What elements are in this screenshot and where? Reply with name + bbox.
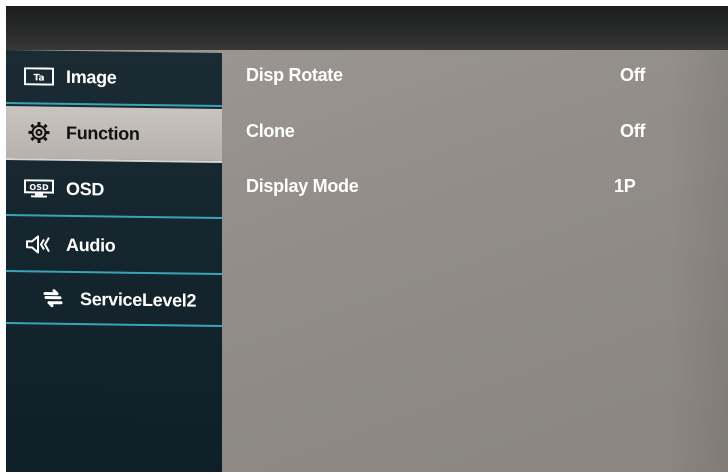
setting-row-clone[interactable]: Clone Off [246,121,706,147]
menu-item-osd[interactable]: OSD OSD [6,162,222,220]
menu-item-image[interactable]: Ta Image [6,50,222,108]
service-icon [36,288,70,308]
menu-item-label: Audio [66,234,116,256]
menu-item-servicelevel2[interactable]: ServiceLevel2 [6,274,222,328]
setting-name: Clone [246,121,295,141]
setting-row-display-mode[interactable]: Display Mode 1P [246,176,706,202]
setting-row-disp-rotate[interactable]: Disp Rotate Off [246,65,706,91]
speaker-icon [22,234,56,254]
svg-text:OSD: OSD [29,183,49,192]
menu-item-audio[interactable]: Audio [6,218,222,276]
svg-text:Ta: Ta [33,73,44,83]
setting-value: 1P [614,176,636,196]
menu-item-label: OSD [66,178,105,199]
setting-value: Off [620,121,646,141]
setting-name: Disp Rotate [246,65,343,85]
setting-value: Off [620,65,646,85]
menu-item-label: Image [66,66,117,88]
image-icon: Ta [22,66,56,86]
osd-sidebar: Ta Image Function OSD OSD Audio ServiceL… [6,50,222,472]
osd-screen: Ta Image Function OSD OSD Audio ServiceL… [6,50,728,472]
menu-item-label: ServiceLevel2 [80,288,197,311]
menu-item-label: Function [66,122,140,144]
osd-icon: OSD [22,178,56,198]
monitor-bezel [6,6,728,52]
gear-icon [22,121,56,143]
menu-item-function[interactable]: Function [6,106,222,164]
screen-vignette [668,50,728,472]
setting-name: Display Mode [246,176,359,196]
